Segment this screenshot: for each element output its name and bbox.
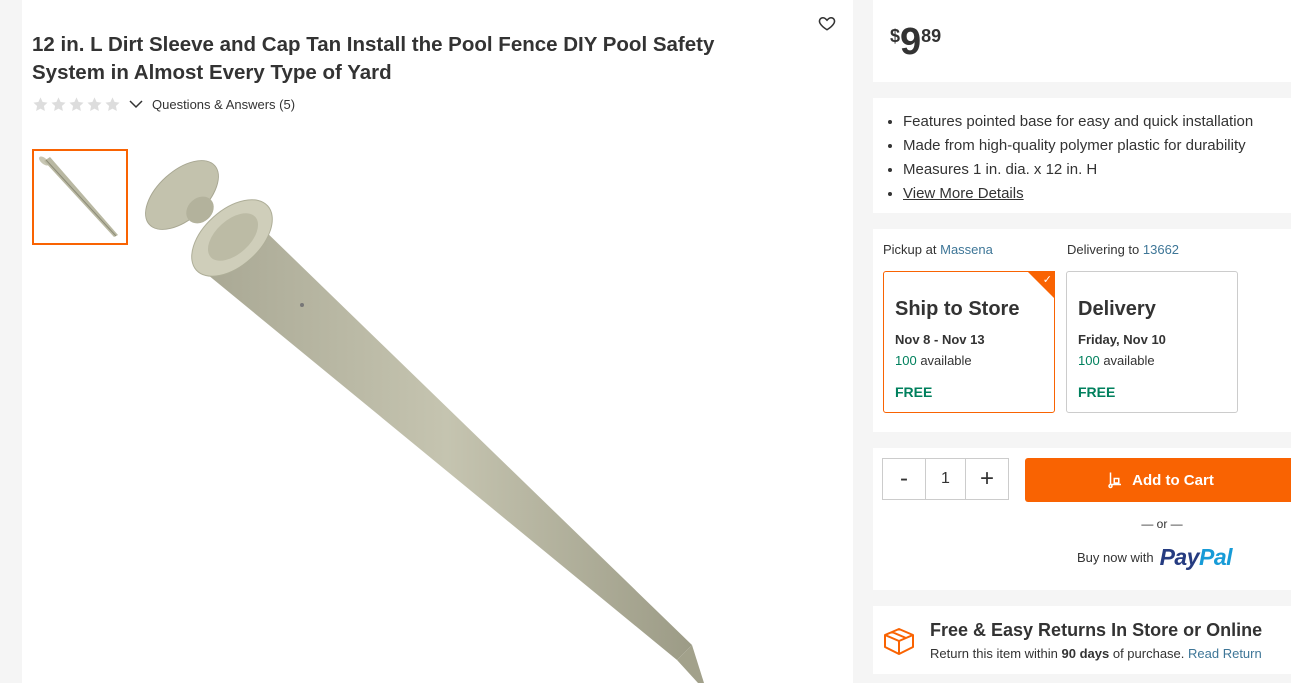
fulfillment-card: Pickup at Massena Delivering to 13662 ✓ …: [873, 229, 1291, 432]
star-empty-icon: [105, 96, 120, 111]
delivery-zip-link[interactable]: 13662: [1143, 242, 1179, 257]
heart-outline-icon[interactable]: [818, 14, 836, 32]
product-title: 12 in. L Dirt Sleeve and Cap Tan Install…: [32, 33, 715, 84]
read-return-link[interactable]: Read Return: [1188, 646, 1262, 661]
feature-item: Features pointed base for easy and quick…: [903, 110, 1253, 134]
buy-now-label: Buy now with: [1077, 550, 1154, 565]
price-currency: $: [890, 26, 901, 46]
add-to-cart-button[interactable]: Add to Cart: [1025, 458, 1291, 502]
returns-subtitle: Return this item within 90 days of purch…: [930, 646, 1262, 661]
cart-dolly-icon: [1108, 472, 1122, 489]
pickup-store-link[interactable]: Massena: [940, 242, 993, 257]
product-main-image: [145, 160, 704, 683]
option-availability: 100 available: [1078, 353, 1155, 368]
option-date: Friday, Nov 10: [1078, 332, 1166, 347]
star-empty-icon: [33, 96, 48, 111]
returns-title: Free & Easy Returns In Store or Online: [930, 620, 1263, 640]
thumbnail-image[interactable]: [32, 149, 128, 245]
pickup-label: Pickup at: [883, 242, 937, 257]
star-empty-icon: [51, 96, 66, 111]
quantity-stepper: - 1 +: [882, 458, 1009, 500]
paypal-button[interactable]: PayPal: [1160, 544, 1233, 571]
features-list: Features pointed base for easy and quick…: [903, 110, 1253, 206]
or-divider: — or —: [1141, 517, 1183, 531]
returns-card: Free & Easy Returns In Store or Online R…: [873, 606, 1291, 674]
rating-row[interactable]: Questions & Answers (5): [32, 94, 295, 114]
price-card: $ 9 89: [873, 0, 1291, 82]
add-to-cart-card: - 1 + Add to Cart — or — Buy now with Pa…: [873, 448, 1291, 590]
option-title: Delivery: [1078, 298, 1156, 320]
star-empty-icon: [69, 96, 84, 111]
quantity-input[interactable]: 1: [925, 459, 966, 499]
feature-item: Measures 1 in. dia. x 12 in. H: [903, 158, 1253, 182]
rating-stars: [32, 96, 121, 113]
option-availability: 100 available: [895, 353, 972, 368]
price-dollars: 9: [900, 21, 922, 63]
checkmark-icon: ✓: [1042, 274, 1052, 286]
add-to-cart-label: Add to Cart: [1132, 471, 1214, 489]
chevron-down-icon[interactable]: [127, 95, 145, 113]
option-price: FREE: [1078, 384, 1116, 400]
increase-quantity-button[interactable]: +: [966, 459, 1008, 499]
star-empty-icon: [87, 96, 102, 111]
price-cents: 89: [921, 26, 942, 46]
view-more-details-link[interactable]: View More Details: [903, 185, 1024, 202]
questions-answers-link[interactable]: Questions & Answers (5): [152, 97, 295, 112]
pickup-location: Pickup at Massena: [883, 242, 993, 257]
product-media-panel: 12 in. L Dirt Sleeve and Cap Tan Install…: [22, 0, 853, 683]
option-price: FREE: [895, 384, 933, 400]
buy-now-row: Buy now with PayPal: [1077, 544, 1233, 571]
features-card: Features pointed base for easy and quick…: [873, 98, 1291, 213]
option-date: Nov 8 - Nov 13: [895, 332, 985, 347]
delivery-label: Delivering to: [1067, 242, 1140, 257]
ship-to-store-option[interactable]: ✓ Ship to Store Nov 8 - Nov 13 100 avail…: [883, 271, 1055, 413]
delivery-location: Delivering to 13662: [1067, 242, 1179, 257]
decrease-quantity-button[interactable]: -: [883, 459, 925, 499]
delivery-option[interactable]: Delivery Friday, Nov 10 100 available FR…: [1066, 271, 1238, 413]
option-title: Ship to Store: [895, 298, 1020, 320]
price: $ 9 89: [890, 20, 941, 64]
returns-box-icon: [884, 628, 914, 655]
feature-item: Made from high-quality polymer plastic f…: [903, 134, 1253, 158]
feature-item: View More Details: [903, 182, 1253, 206]
